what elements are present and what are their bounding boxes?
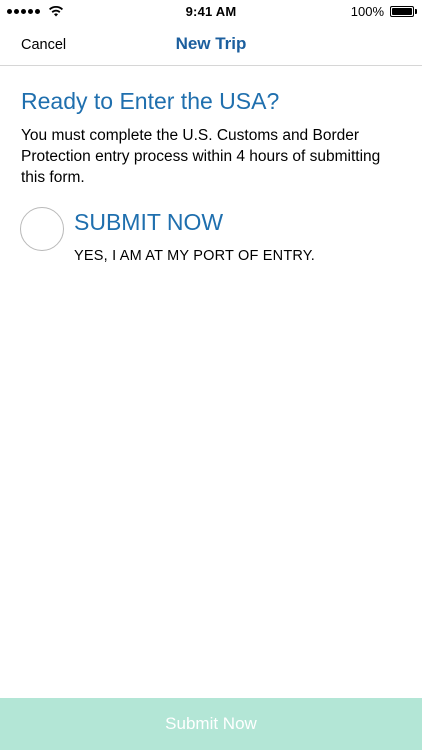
description-text: You must complete the U.S. Customs and B… — [21, 127, 381, 186]
status-bar: 9:41 AM 100% — [0, 0, 422, 24]
battery-icon — [390, 6, 414, 17]
section-heading: Ready to Enter the USA? — [21, 88, 280, 114]
option-subtitle: YES, I AM AT MY PORT OF ENTRY. — [74, 248, 316, 264]
submit-now-button[interactable]: Submit Now — [0, 698, 422, 750]
battery-percent: 100% — [350, 4, 384, 19]
submit-now-radio[interactable] — [20, 207, 64, 251]
option-title: SUBMIT NOW — [74, 209, 224, 235]
page-title: New Trip — [175, 34, 247, 53]
navigation-bar: Cancel New Trip — [0, 24, 422, 66]
submit-now-option[interactable]: SUBMIT NOW YES, I AM AT MY PORT OF ENTRY… — [20, 205, 410, 265]
battery-tip — [415, 9, 417, 14]
